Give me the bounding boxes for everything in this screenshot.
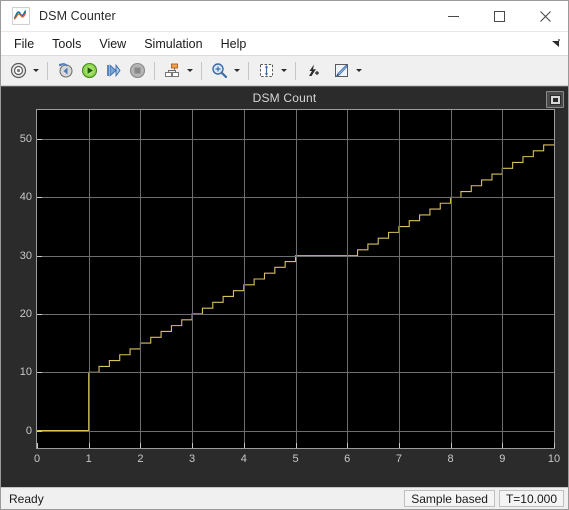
- y-tick-mark: [37, 139, 42, 141]
- x-tick-label: 2: [137, 453, 144, 465]
- title-bar: DSM Counter: [1, 1, 568, 32]
- toolbar-separator: [295, 61, 296, 80]
- y-tick-mark: [37, 430, 42, 432]
- configuration-properties-button[interactable]: [6, 59, 30, 83]
- x-tick-mark: [450, 443, 452, 448]
- toolbar-separator: [47, 61, 48, 80]
- y-tick-mark: [37, 313, 42, 315]
- x-tick-label: 8: [447, 453, 454, 465]
- grid-line-vertical: [243, 110, 245, 448]
- y-tick-label: 20: [19, 307, 32, 320]
- status-state: Ready: [9, 491, 44, 506]
- menu-help[interactable]: Help: [213, 35, 255, 53]
- x-tick-mark: [88, 443, 90, 448]
- x-tick-mark: [37, 443, 38, 448]
- x-tick-label: 10: [547, 453, 561, 465]
- grid-line-horizontal: [37, 197, 554, 199]
- menu-bar: File Tools View Simulation Help: [1, 32, 568, 56]
- signal-selection-dropdown[interactable]: [184, 59, 196, 83]
- close-icon[interactable]: [522, 1, 568, 32]
- configuration-properties-dropdown[interactable]: [30, 59, 42, 83]
- x-tick-label: 4: [240, 453, 247, 465]
- x-tick-mark: [347, 443, 349, 448]
- grid-line-vertical: [450, 110, 452, 448]
- y-tick-label: 40: [19, 191, 32, 204]
- stop-button[interactable]: [125, 59, 149, 83]
- autoscale-dropdown[interactable]: [278, 59, 290, 83]
- grid-line-horizontal: [37, 313, 554, 315]
- toolbar-separator: [154, 61, 155, 80]
- x-tick-mark: [295, 443, 297, 448]
- status-bar: Ready Sample based T=10.000: [1, 487, 568, 509]
- menu-simulation[interactable]: Simulation: [136, 35, 210, 53]
- y-tick-label: 10: [19, 366, 32, 379]
- grid-line-vertical: [140, 110, 142, 448]
- x-tick-mark: [554, 443, 555, 448]
- grid-line-vertical: [192, 110, 194, 448]
- step-forward-button[interactable]: [101, 59, 125, 83]
- grid-line-horizontal: [37, 139, 554, 141]
- y-tick-label: 30: [19, 249, 32, 262]
- x-tick-label: 7: [395, 453, 402, 465]
- simulink-scope-icon: [12, 7, 30, 25]
- x-tick-mark: [192, 443, 194, 448]
- maximize-icon[interactable]: [476, 1, 522, 32]
- plot-area[interactable]: 0 1 2 3 4 5 6 7 8 9 10 0 10 20 30 40 50: [20, 109, 560, 465]
- plot-title: DSM Count: [252, 91, 317, 105]
- x-tick-label: 6: [344, 453, 351, 465]
- y-tick-mark: [37, 197, 42, 199]
- zoom-dropdown[interactable]: [231, 59, 243, 83]
- x-tick-label: 1: [85, 453, 92, 465]
- menu-view[interactable]: View: [91, 35, 134, 53]
- grid-line-vertical: [295, 110, 297, 448]
- scope-display: DSM Count 0 1 2 3 4 5 6 7 8 9 10 0 10 20 30 40 50: [1, 86, 568, 487]
- grid-line-horizontal: [37, 430, 554, 432]
- x-tick-mark: [243, 443, 245, 448]
- status-frame-mode: Sample based: [404, 490, 495, 507]
- minimize-icon[interactable]: [430, 1, 476, 32]
- y-tick-label: 50: [19, 133, 32, 146]
- grid-line-vertical: [347, 110, 349, 448]
- window-controls: [430, 1, 568, 32]
- menu-file[interactable]: File: [6, 35, 42, 53]
- x-tick-mark: [502, 443, 504, 448]
- maximize-axes-icon[interactable]: [546, 91, 564, 108]
- menu-expand-arrow-icon[interactable]: [550, 37, 562, 49]
- menu-tools[interactable]: Tools: [44, 35, 89, 53]
- run-button[interactable]: [77, 59, 101, 83]
- grid-line-horizontal: [37, 372, 554, 374]
- x-tick-mark: [140, 443, 142, 448]
- scope-window: DSM Counter File Tools View Simulation H…: [0, 0, 569, 510]
- toolbar-separator: [248, 61, 249, 80]
- status-simulation-time: T=10.000: [498, 490, 564, 507]
- x-tick-label: 9: [499, 453, 506, 465]
- data-cursors-button[interactable]: [301, 59, 325, 83]
- y-tick-mark: [37, 372, 42, 374]
- signal-selection-button[interactable]: [160, 59, 184, 83]
- grid-line-vertical: [398, 110, 400, 448]
- zoom-button[interactable]: [207, 59, 231, 83]
- step-back-button[interactable]: [53, 59, 77, 83]
- x-tick-label: 0: [33, 453, 41, 465]
- x-tick-label: 3: [189, 453, 196, 465]
- window-title: DSM Counter: [39, 9, 116, 23]
- tool-bar: [1, 56, 568, 86]
- grid-line-vertical: [502, 110, 504, 448]
- style-button[interactable]: [329, 59, 353, 83]
- x-tick-mark: [398, 443, 400, 448]
- x-tick-label: 5: [292, 453, 299, 465]
- style-dropdown[interactable]: [353, 59, 365, 83]
- toolbar-separator: [201, 61, 202, 80]
- grid-line-vertical: [88, 110, 90, 448]
- y-tick-label: 0: [25, 424, 32, 437]
- grid-line-horizontal: [37, 255, 554, 257]
- autoscale-button[interactable]: [254, 59, 278, 83]
- y-tick-mark: [37, 255, 42, 257]
